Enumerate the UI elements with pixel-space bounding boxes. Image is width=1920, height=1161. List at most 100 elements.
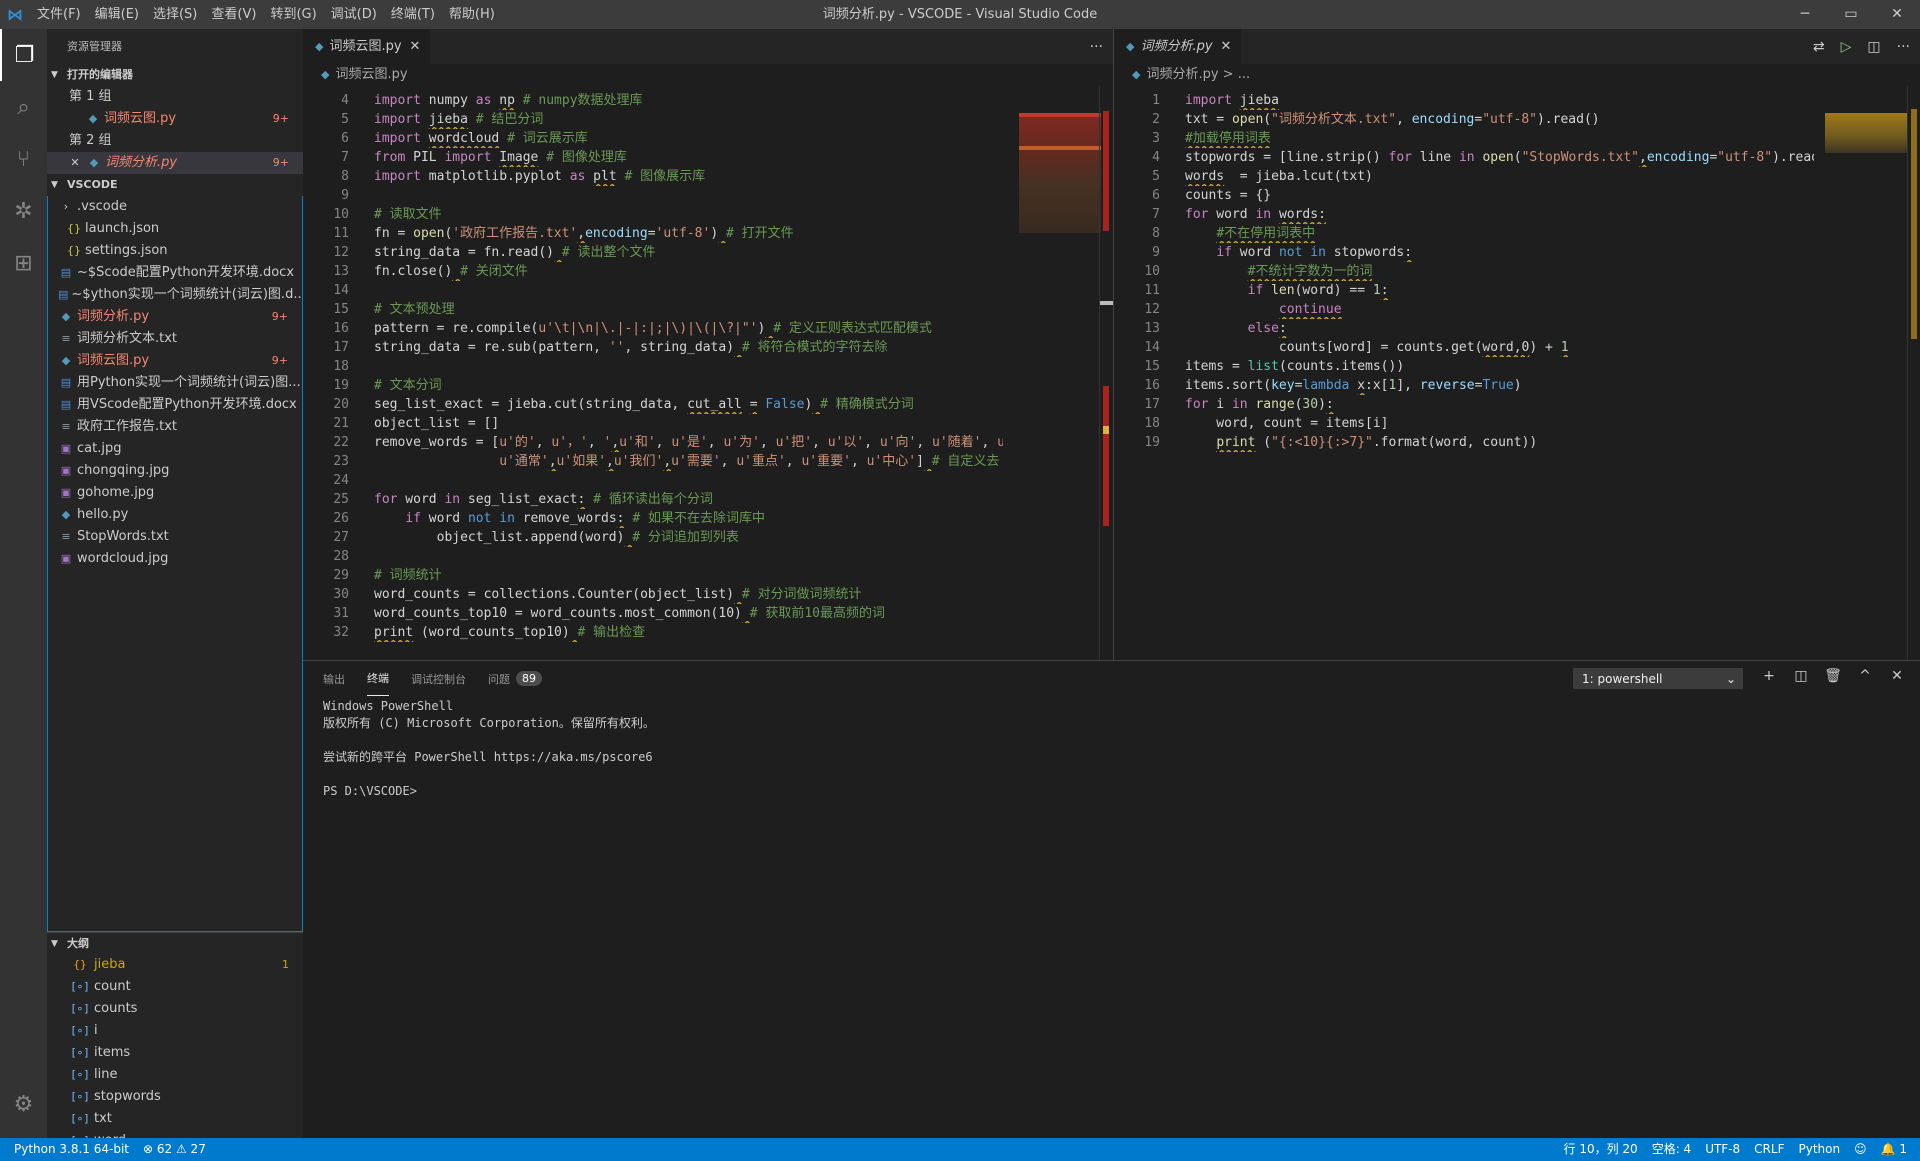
- close-tab-icon[interactable]: ✕: [1221, 29, 1232, 64]
- maximize-panel-icon[interactable]: ^: [1849, 668, 1881, 684]
- file-tree-item[interactable]: ▤ 用VScode配置Python开发环境.docx: [48, 394, 302, 416]
- outline-item[interactable]: [∘] txt: [47, 1108, 303, 1130]
- tab-problems[interactable]: 问题 89: [488, 661, 542, 696]
- tab-debug-console[interactable]: 调试控制台: [411, 661, 466, 696]
- terminal[interactable]: Windows PowerShell 版权所有 (C) Microsoft Co…: [303, 696, 1920, 802]
- file-tree-item[interactable]: {} launch.json: [48, 218, 302, 240]
- more-actions-icon[interactable]: ···: [1090, 39, 1103, 55]
- menu-selection[interactable]: 选择(S): [146, 0, 204, 29]
- editor-group-2[interactable]: 第 2 组: [47, 130, 303, 152]
- code-editor-right[interactable]: 1 import jieba 2 txt = open("词频分析文本.txt", e…: [1114, 86, 1814, 646]
- outline-item[interactable]: {} jieba 1: [47, 954, 303, 976]
- problems-status[interactable]: ⊗ 62 ⚠ 27: [136, 1138, 213, 1161]
- outline-item[interactable]: [∘] counts: [47, 998, 303, 1020]
- code-line: 15 # 文本预处理: [303, 300, 1003, 319]
- new-terminal-icon[interactable]: +: [1753, 668, 1785, 684]
- search-icon[interactable]: ⌕: [0, 81, 47, 133]
- compare-changes-icon[interactable]: ⇄: [1813, 39, 1825, 55]
- kill-terminal-icon[interactable]: 🗑: [1817, 668, 1849, 684]
- language-mode[interactable]: Python: [1791, 1138, 1847, 1161]
- editor-group-1[interactable]: 第 1 组: [47, 86, 303, 108]
- outline-item[interactable]: [∘] stopwords: [47, 1086, 303, 1108]
- file-tree-item[interactable]: ◆ 词频分析.py 9+: [48, 306, 302, 328]
- python-interpreter[interactable]: Python 3.8.1 64-bit: [0, 1138, 136, 1161]
- file-tree-item[interactable]: ▤ ~$Scode配置Python开发环境.docx: [48, 262, 302, 284]
- file-tree-item[interactable]: ▤ 用Python实现一个词频统计(词云)图...: [48, 372, 302, 394]
- file-tree-item[interactable]: {} settings.json: [48, 240, 302, 262]
- source-control-icon[interactable]: ⑂: [0, 133, 47, 185]
- outline-section[interactable]: ▼ 大纲: [47, 932, 303, 954]
- file-tree-item[interactable]: ◆ 词频云图.py 9+: [48, 350, 302, 372]
- indentation[interactable]: 空格: 4: [1645, 1138, 1699, 1161]
- outline-item[interactable]: [∘] items: [47, 1042, 303, 1064]
- code-text: counts[word] = counts.get(word,0) + 1: [1185, 340, 1569, 355]
- close-icon[interactable]: ✕: [67, 152, 83, 174]
- file-tree-item[interactable]: ▤ ~$ython实现一个词频统计(词云)图.d...: [48, 284, 302, 306]
- code-line: 19 # 文本分词: [303, 376, 1003, 395]
- menu-go[interactable]: 转到(G): [263, 0, 323, 29]
- outline-item[interactable]: [∘] i: [47, 1020, 303, 1042]
- extensions-icon[interactable]: ⊞: [0, 237, 47, 289]
- terminal-select[interactable]: 1: powershell ⌄: [1573, 668, 1743, 689]
- file-tree-item[interactable]: ◆ hello.py: [48, 504, 302, 526]
- tab-wordcloud[interactable]: ◆ 词频云图.py ✕: [303, 29, 431, 64]
- split-editor-icon[interactable]: ◫: [1867, 39, 1880, 55]
- file-tree-item[interactable]: ▣ gohome.jpg: [48, 482, 302, 504]
- run-icon[interactable]: ▷: [1841, 39, 1852, 55]
- menu-view[interactable]: 查看(V): [204, 0, 263, 29]
- warning-count: ⚠ 27: [175, 1142, 206, 1156]
- variable-symbol-icon: [∘]: [70, 1112, 90, 1125]
- menu-terminal[interactable]: 终端(T): [384, 0, 442, 29]
- files-icon[interactable]: ❐: [0, 29, 47, 81]
- menu-file[interactable]: 文件(F): [30, 0, 88, 29]
- line-number: 10: [1144, 264, 1160, 279]
- code-line: 7 for word in words:: [1114, 205, 1814, 224]
- more-actions-icon[interactable]: ···: [1897, 39, 1910, 55]
- minimap-right[interactable]: [1822, 86, 1908, 656]
- menu-edit[interactable]: 编辑(E): [88, 0, 146, 29]
- file-tree-item[interactable]: ▣ cat.jpg: [48, 438, 302, 460]
- outline-symbol-name: word: [94, 1130, 126, 1138]
- minimap-left[interactable]: [1014, 86, 1101, 656]
- file-name: cat.jpg: [77, 441, 122, 456]
- tab-output[interactable]: 输出: [323, 661, 345, 696]
- outline-item[interactable]: [∘]word: [47, 1130, 303, 1138]
- code-text: fn.close() # 关闭文件: [374, 264, 528, 279]
- line-number: 6: [1152, 188, 1160, 203]
- file-tree-item[interactable]: ▣ wordcloud.jpg: [48, 548, 302, 570]
- debug-icon[interactable]: ✲: [0, 185, 47, 237]
- end-of-line[interactable]: CRLF: [1747, 1138, 1791, 1161]
- line-number: 4: [1152, 150, 1160, 165]
- open-editor-item-active[interactable]: ✕ ◆ 词频分析.py 9+: [47, 152, 303, 174]
- code-text: remove_words = [u'的', u'，', ',u'和', u'是'…: [374, 435, 1003, 450]
- maximize-button[interactable]: ▭: [1828, 0, 1874, 29]
- file-tree-item[interactable]: ≡ 政府工作报告.txt: [48, 416, 302, 438]
- minimize-button[interactable]: ─: [1782, 0, 1828, 29]
- menu-debug[interactable]: 调试(D): [324, 0, 384, 29]
- workspace-section[interactable]: ▼ VSCODE: [47, 174, 303, 196]
- open-editors-section[interactable]: ▼ 打开的编辑器: [47, 64, 303, 86]
- code-editor-left[interactable]: 4 import numpy as np # numpy数据处理库 5 import …: [303, 86, 1003, 646]
- settings-gear-icon[interactable]: ⚙: [0, 1078, 47, 1130]
- feedback-icon[interactable]: ☺: [1847, 1138, 1874, 1161]
- file-tree-item[interactable]: ▣ chongqing.jpg: [48, 460, 302, 482]
- encoding[interactable]: UTF-8: [1698, 1138, 1747, 1161]
- file-tree-item[interactable]: › .vscode: [48, 196, 302, 218]
- close-tab-icon[interactable]: ✕: [410, 29, 421, 64]
- file-tree-item[interactable]: ≡ 词频分析文本.txt: [48, 328, 302, 350]
- close-window-button[interactable]: ✕: [1874, 0, 1920, 29]
- outline-item[interactable]: [∘] line: [47, 1064, 303, 1086]
- outline-item[interactable]: [∘] count: [47, 976, 303, 998]
- tab-word-frequency[interactable]: ◆ 词频分析.py ✕: [1114, 29, 1242, 64]
- menu-help[interactable]: 帮助(H): [442, 0, 502, 29]
- open-editor-item[interactable]: ◆ 词频云图.py 9+: [47, 108, 303, 130]
- notifications-bell-icon[interactable]: 🔔 1: [1874, 1138, 1914, 1161]
- tab-terminal[interactable]: 终端: [367, 661, 389, 696]
- scrollbar-left[interactable]: [1099, 86, 1114, 660]
- cursor-position[interactable]: 行 10，列 20: [1557, 1138, 1645, 1161]
- file-tree-item[interactable]: ≡ StopWords.txt: [48, 526, 302, 548]
- scrollbar-right[interactable]: [1907, 86, 1920, 660]
- split-terminal-icon[interactable]: ◫: [1785, 668, 1817, 684]
- close-panel-icon[interactable]: ✕: [1881, 668, 1913, 684]
